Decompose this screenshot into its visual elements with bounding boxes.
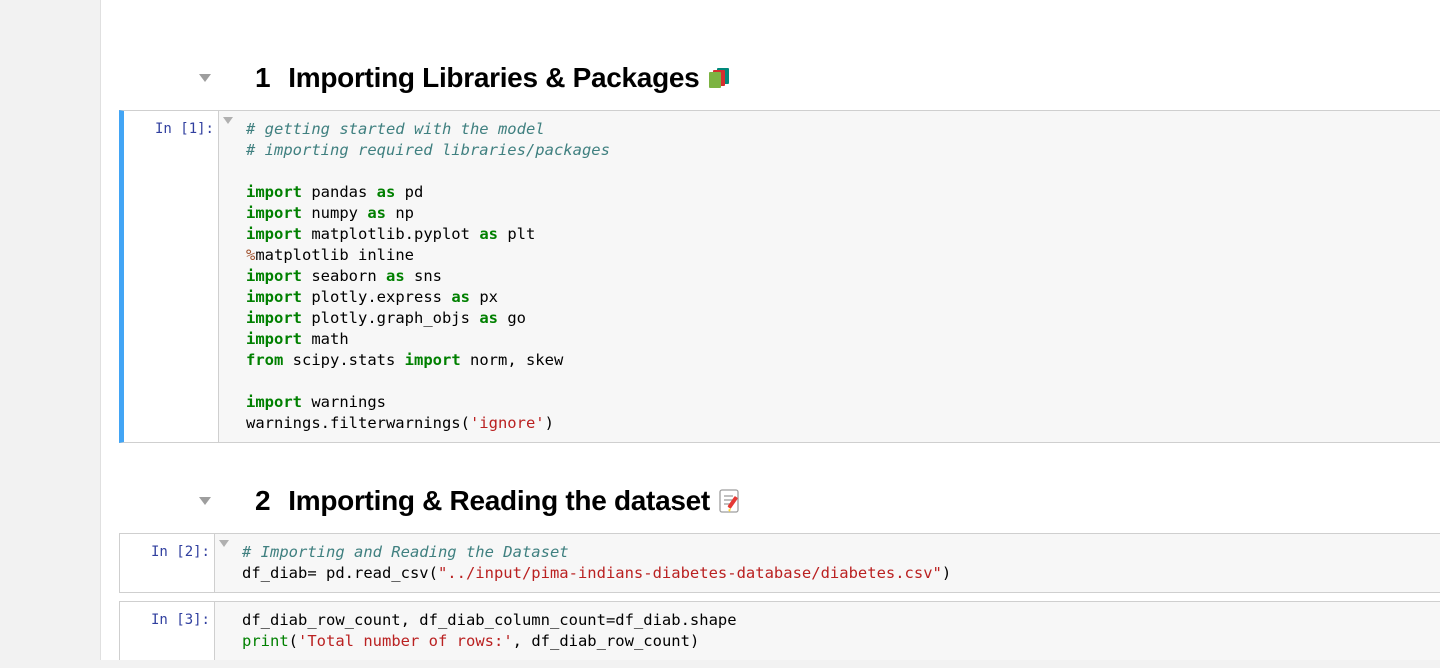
code-text: math	[302, 330, 349, 348]
code-string: "../input/pima-indians-diabetes-database…	[438, 564, 942, 582]
code-text: plotly.graph_objs	[302, 309, 479, 327]
chevron-down-icon[interactable]	[199, 74, 211, 82]
section-title-2: 2 Importing & Reading the dataset	[255, 485, 742, 517]
cell-prompt: In [3]:	[120, 602, 214, 660]
code-text: plotly.express	[302, 288, 451, 306]
cell-prompt: In [2]:	[120, 534, 214, 592]
code-string: 'Total number of rows:'	[298, 632, 513, 650]
cell-code[interactable]: df_diab_row_count, df_diab_column_count=…	[236, 602, 1440, 660]
code-text: seaborn	[302, 267, 386, 285]
code-keyword: as	[367, 204, 386, 222]
section-number: 2	[255, 485, 270, 517]
section-text: Importing & Reading the dataset	[288, 485, 710, 517]
section-number: 1	[255, 62, 270, 94]
cell-gutter	[214, 602, 236, 660]
code-text: plt	[498, 225, 535, 243]
code-cell-1[interactable]: In [1]: # getting started with the model…	[119, 110, 1440, 443]
code-keyword: import	[246, 393, 302, 411]
code-keyword: import	[246, 330, 302, 348]
code-keyword: import	[246, 183, 302, 201]
chevron-down-icon[interactable]	[199, 497, 211, 505]
code-text: pd	[395, 183, 423, 201]
code-text: matplotlib.pyplot	[302, 225, 479, 243]
code-keyword: import	[246, 204, 302, 222]
cell-gutter	[218, 111, 240, 442]
pencil-paper-icon	[718, 488, 742, 514]
code-comment: # getting started with the model	[246, 120, 545, 138]
notebook-container: 1 Importing Libraries & Packages In [1]:…	[100, 0, 1440, 660]
code-string: 'ignore'	[470, 414, 545, 432]
code-text: numpy	[302, 204, 367, 222]
code-text: pandas	[302, 183, 377, 201]
chevron-down-icon[interactable]	[219, 540, 229, 547]
section-header-1[interactable]: 1 Importing Libraries & Packages	[101, 56, 1440, 100]
code-text: df_diab_row_count, df_diab_column_count=…	[242, 611, 737, 629]
section-text: Importing Libraries & Packages	[288, 62, 699, 94]
cell-code[interactable]: # Importing and Reading the Dataset df_d…	[236, 534, 1440, 592]
code-text: sns	[405, 267, 442, 285]
code-keyword: from	[246, 351, 283, 369]
code-keyword: as	[386, 267, 405, 285]
code-keyword: as	[451, 288, 470, 306]
code-keyword: import	[246, 309, 302, 327]
code-keyword: import	[246, 267, 302, 285]
code-text: np	[386, 204, 414, 222]
code-cell-2[interactable]: In [2]: # Importing and Reading the Data…	[119, 533, 1440, 593]
code-text: warnings	[302, 393, 386, 411]
code-text: matplotlib inline	[255, 246, 414, 264]
code-text: (	[289, 632, 298, 650]
chevron-down-icon[interactable]	[223, 117, 233, 124]
code-text: norm, skew	[461, 351, 564, 369]
code-text: go	[498, 309, 526, 327]
code-text: , df_diab_row_count)	[513, 632, 700, 650]
code-keyword: as	[377, 183, 396, 201]
code-keyword: as	[479, 225, 498, 243]
code-text: )	[942, 564, 951, 582]
code-text: warnings.filterwarnings(	[246, 414, 470, 432]
code-comment: # importing required libraries/packages	[246, 141, 610, 159]
section-header-2[interactable]: 2 Importing & Reading the dataset	[101, 479, 1440, 523]
code-keyword: as	[479, 309, 498, 327]
code-cell-3[interactable]: In [3]: df_diab_row_count, df_diab_colum…	[119, 601, 1440, 660]
code-comment: # Importing and Reading the Dataset	[242, 543, 569, 561]
code-text: df_diab= pd.read_csv(	[242, 564, 438, 582]
section-title-1: 1 Importing Libraries & Packages	[255, 62, 735, 94]
code-keyword: import	[246, 225, 302, 243]
cell-code[interactable]: # getting started with the model # impor…	[240, 111, 1440, 442]
cell-prompt: In [1]:	[124, 111, 218, 442]
code-keyword: import	[405, 351, 461, 369]
code-magic: %	[246, 246, 255, 264]
code-builtin: print	[242, 632, 289, 650]
code-keyword: import	[246, 288, 302, 306]
code-text: px	[470, 288, 498, 306]
cell-gutter	[214, 534, 236, 592]
books-icon	[707, 65, 735, 91]
code-text: scipy.stats	[283, 351, 404, 369]
code-text: )	[545, 414, 554, 432]
